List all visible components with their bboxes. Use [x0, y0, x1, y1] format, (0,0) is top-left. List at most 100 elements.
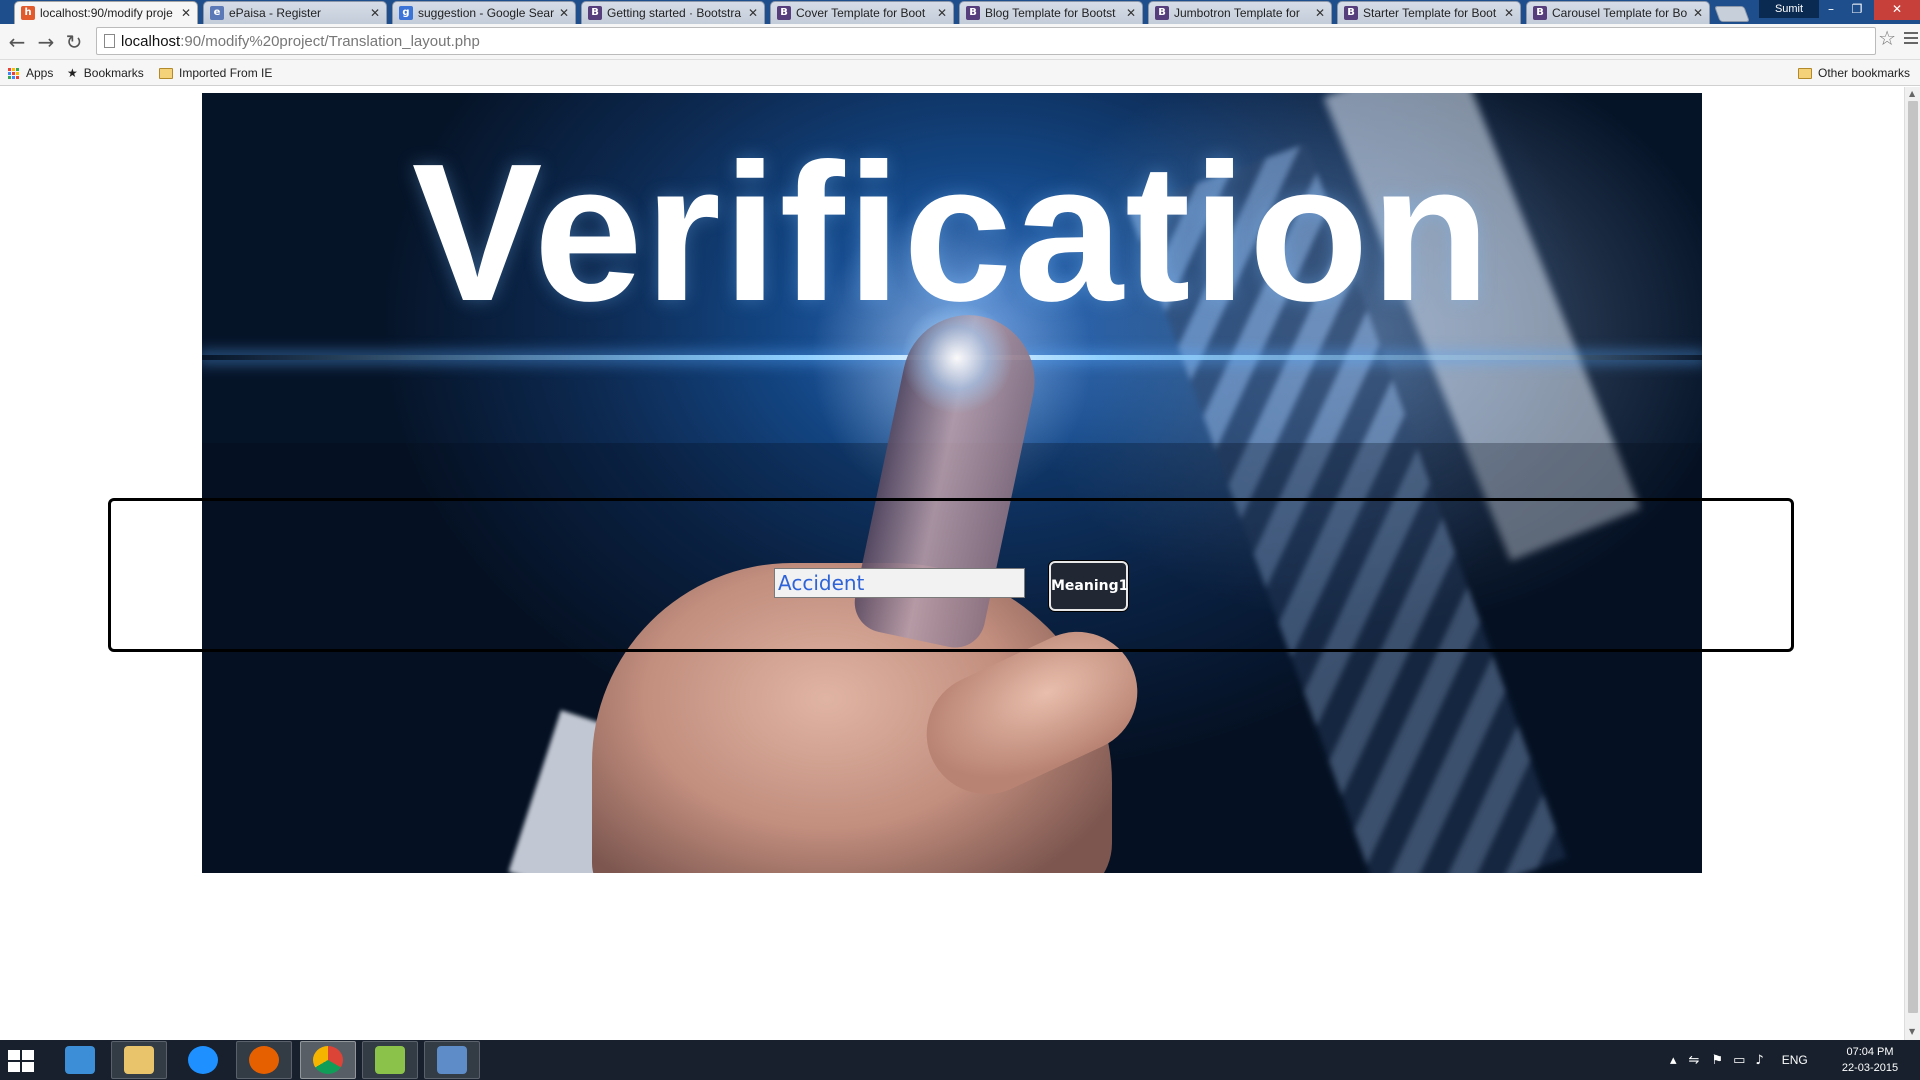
bootstrap-icon: B — [966, 6, 980, 20]
bookmark-label: Other bookmarks — [1818, 66, 1911, 80]
tab-close-icon[interactable]: ✕ — [1315, 6, 1325, 20]
action-center-flag-icon[interactable]: ⚑ — [1711, 1053, 1723, 1068]
bootstrap-icon: B — [1344, 6, 1358, 20]
tab-bootstrap-getting-started[interactable]: B Getting started · Bootstra ✕ — [581, 1, 765, 24]
vertical-scrollbar[interactable]: ▲ ▼ — [1904, 87, 1920, 1040]
tab-close-icon[interactable]: ✕ — [748, 6, 758, 20]
tab-title: Jumbotron Template for — [1174, 6, 1300, 20]
system-tray: ▴ ⇋ ⚑ ▭ ♪ ENG — [1670, 1040, 1808, 1080]
star-icon: ★ — [67, 66, 78, 80]
bookmark-label: Apps — [26, 66, 54, 80]
tab-close-icon[interactable]: ✕ — [559, 6, 569, 20]
chrome-icon — [313, 1046, 343, 1074]
network-icon[interactable]: ▭ — [1733, 1053, 1745, 1068]
profile-button[interactable]: Sumit — [1759, 0, 1819, 18]
scroll-down-arrow-icon[interactable]: ▼ — [1909, 1027, 1915, 1036]
tab-cover-template[interactable]: B Cover Template for Boot ✕ — [770, 1, 954, 24]
clock-time: 07:04 PM — [1846, 1046, 1894, 1058]
window-close-icon[interactable]: ✕ — [1874, 0, 1920, 20]
taskbar-firefox[interactable] — [236, 1041, 292, 1079]
taskbar-chrome[interactable] — [300, 1041, 356, 1079]
back-arrow-icon[interactable]: ← — [5, 30, 29, 54]
scroll-up-arrow-icon[interactable]: ▲ — [1909, 89, 1915, 98]
tab-title: Cover Template for Boot — [796, 6, 926, 20]
bookmarks-bar: Apps ★ Bookmarks Imported From IE Other … — [0, 60, 1920, 86]
taskbar-notepad-plus[interactable] — [362, 1041, 418, 1079]
show-hidden-icons-icon[interactable]: ▴ — [1670, 1053, 1677, 1068]
address-url[interactable]: localhost:90/modify%20project/Translatio… — [121, 32, 480, 52]
google-icon: g — [399, 6, 413, 20]
internet-explorer-icon — [188, 1046, 218, 1074]
tab-title: suggestion - Google Sear — [418, 6, 555, 20]
bookmark-other-bookmarks[interactable]: Other bookmarks — [1798, 64, 1910, 82]
bootstrap-icon: B — [1533, 6, 1547, 20]
hero-banner-image: Verification — [202, 93, 1702, 873]
bootstrap-icon: B — [1155, 6, 1169, 20]
taskbar-remote-desktop[interactable] — [424, 1041, 480, 1079]
forward-arrow-icon[interactable]: → — [34, 30, 58, 54]
volume-icon[interactable]: ♪ — [1755, 1053, 1763, 1068]
tab-title: localhost:90/modify proje — [40, 6, 173, 20]
tab-close-icon[interactable]: ✕ — [1693, 6, 1703, 20]
bookmark-star-icon[interactable]: ☆ — [1878, 27, 1896, 49]
language-indicator[interactable]: ENG — [1782, 1053, 1808, 1067]
tab-title: Starter Template for Boot — [1363, 6, 1497, 20]
epaisa-icon: e — [210, 6, 224, 20]
tab-close-icon[interactable]: ✕ — [181, 6, 191, 20]
chrome-menu-icon[interactable] — [1904, 32, 1918, 47]
notepad-plus-icon — [375, 1046, 405, 1074]
tab-strip: h localhost:90/modify proje ✕ e ePaisa -… — [0, 0, 1920, 24]
hero-title: Verification — [411, 123, 1493, 342]
tab-title: Carousel Template for Bo — [1552, 6, 1688, 20]
scrollbar-thumb[interactable] — [1908, 101, 1918, 1013]
folder-icon — [1798, 67, 1812, 79]
address-bar[interactable]: localhost:90/modify%20project/Translatio… — [96, 27, 1876, 55]
tab-title: ePaisa - Register — [229, 6, 322, 20]
tab-close-icon[interactable]: ✕ — [1504, 6, 1514, 20]
tab-close-icon[interactable]: ✕ — [937, 6, 947, 20]
page-viewport: Verification Meaning1 — [0, 87, 1904, 1040]
apps-grid-icon — [8, 67, 19, 79]
firefox-icon — [249, 1046, 279, 1074]
tab-google-search[interactable]: g suggestion - Google Sear ✕ — [392, 1, 576, 24]
tab-starter-template[interactable]: B Starter Template for Boot ✕ — [1337, 1, 1521, 24]
tab-carousel-template[interactable]: B Carousel Template for Bo ✕ — [1526, 1, 1710, 24]
html-page-icon: h — [21, 6, 35, 20]
taskbar-internet-explorer[interactable] — [175, 1041, 231, 1079]
tab-epaisa[interactable]: e ePaisa - Register ✕ — [203, 1, 387, 24]
tab-close-icon[interactable]: ✕ — [1126, 6, 1136, 20]
bootstrap-icon: B — [588, 6, 602, 20]
browser-toolbar: ← → ↻ localhost:90/modify%20project/Tran… — [0, 24, 1920, 60]
bootstrap-icon: B — [777, 6, 791, 20]
url-path: :90/modify%20project/Translation_layout.… — [180, 33, 480, 50]
network-adapter-icon[interactable]: ⇋ — [1689, 1053, 1700, 1068]
maximize-icon[interactable]: ❐ — [1840, 0, 1874, 20]
reload-icon[interactable]: ↻ — [62, 30, 86, 54]
explorer-window-icon — [65, 1046, 95, 1074]
tab-title: Blog Template for Bootst — [985, 6, 1116, 20]
tab-localhost[interactable]: h localhost:90/modify proje ✕ — [14, 1, 198, 24]
remote-desktop-icon — [437, 1046, 467, 1074]
bookmark-label: Bookmarks — [83, 66, 144, 80]
system-clock[interactable]: 07:04 PM 22-03-2015 — [1830, 1044, 1910, 1076]
windows-start-icon[interactable] — [8, 1050, 36, 1074]
meaning-button[interactable]: Meaning1 — [1049, 561, 1128, 611]
bookmark-label: Imported From IE — [179, 66, 273, 80]
tab-close-icon[interactable]: ✕ — [370, 6, 380, 20]
bookmark-apps[interactable]: Apps — [8, 64, 53, 82]
tab-blog-template[interactable]: B Blog Template for Bootst ✕ — [959, 1, 1143, 24]
tab-title: Getting started · Bootstra — [607, 6, 742, 20]
windows-taskbar: ▴ ⇋ ⚑ ▭ ♪ ENG 07:04 PM 22-03-2015 — [0, 1040, 1920, 1080]
tab-jumbotron-template[interactable]: B Jumbotron Template for ✕ — [1148, 1, 1332, 24]
bookmark-bookmarks[interactable]: ★ Bookmarks — [67, 64, 144, 82]
new-tab-button[interactable] — [1714, 6, 1750, 22]
taskbar-file-explorer[interactable] — [111, 1041, 167, 1079]
url-host: localhost — [121, 33, 181, 50]
clock-date: 22-03-2015 — [1841, 1062, 1899, 1074]
taskbar-explorer-window[interactable] — [52, 1041, 108, 1079]
page-icon — [104, 34, 115, 48]
bookmark-imported-from-ie[interactable]: Imported From IE — [159, 64, 272, 82]
word-input[interactable] — [774, 568, 1025, 598]
folder-icon — [124, 1046, 154, 1074]
folder-icon — [159, 67, 173, 79]
